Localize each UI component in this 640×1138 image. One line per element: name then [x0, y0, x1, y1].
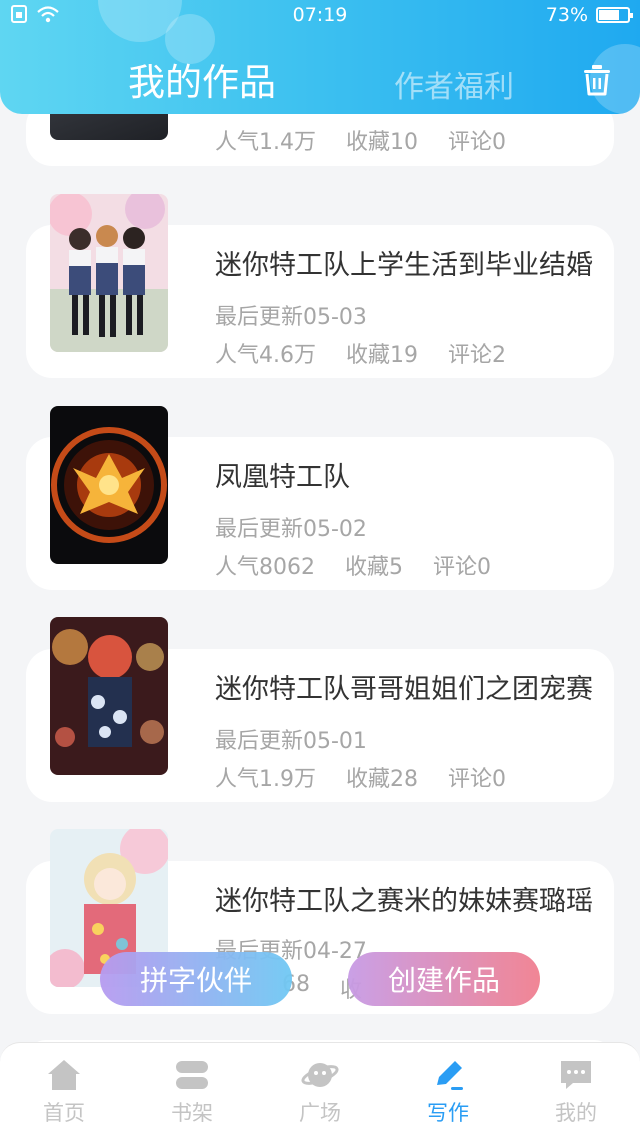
trash-icon[interactable]	[582, 64, 612, 96]
favorites-count: 收藏5	[345, 555, 403, 580]
popularity-count: 人气1.9万	[215, 767, 316, 792]
nav-label: 书架	[171, 1101, 213, 1125]
book-cover-2[interactable]	[50, 406, 168, 564]
pen-icon	[437, 1061, 463, 1090]
nav-label: 广场	[299, 1101, 341, 1125]
writing-partner-button[interactable]: 拼字伙伴	[100, 952, 292, 1006]
nav-item-square[interactable]: 广场	[256, 1043, 384, 1138]
nav-label: 首页	[43, 1101, 85, 1125]
work-stats-0: 人气1.4万 收藏10 评论0	[215, 124, 506, 156]
popularity-count: 人气4.6万	[215, 343, 316, 368]
app-header: 07:19 73% 我的作品 作者福利	[0, 0, 640, 114]
battery-percent: 73%	[545, 4, 588, 26]
nav-item-home[interactable]: 首页	[0, 1043, 128, 1138]
work-title-2: 凤凰特工队	[215, 462, 350, 493]
work-title-1: 迷你特工队上学生活到毕业结婚	[215, 250, 593, 281]
work-updated-2: 最后更新05-02	[215, 517, 367, 542]
home-icon	[48, 1060, 80, 1090]
page-title[interactable]: 我的作品	[128, 52, 276, 106]
tab-author-benefits[interactable]: 作者福利	[394, 62, 514, 106]
work-updated-3: 最后更新05-01	[215, 729, 367, 754]
favorites-count: 收藏19	[346, 343, 418, 368]
work-stats-2: 人气8062 收藏5 评论0	[215, 549, 491, 581]
work-title-4: 迷你特工队之赛米的妹妹赛璐瑶	[215, 886, 593, 917]
nav-label: 写作	[427, 1101, 469, 1125]
bottom-nav: 首页 书架 广场 写作 我的	[0, 1042, 640, 1138]
favorites-count: 收藏10	[346, 130, 418, 155]
bookshelf-icon	[176, 1061, 208, 1089]
favorites-count: 收藏28	[346, 767, 418, 792]
comments-count: 评论0	[448, 130, 506, 155]
book-cover-3[interactable]	[50, 617, 168, 775]
nav-item-bookshelf[interactable]: 书架	[128, 1043, 256, 1138]
chat-bubble-icon	[561, 1061, 591, 1089]
status-time: 07:19	[292, 4, 348, 26]
work-stats-1: 人气4.6万 收藏19 评论2	[215, 337, 506, 369]
book-cover-1[interactable]	[50, 194, 168, 352]
planet-icon	[301, 1063, 339, 1087]
comments-count: 评论0	[433, 555, 491, 580]
nav-item-mine[interactable]: 我的	[512, 1043, 640, 1138]
create-work-button[interactable]: 创建作品	[348, 952, 540, 1006]
status-bar: 07:19 73%	[0, 0, 640, 32]
comments-count: 评论0	[448, 767, 506, 792]
work-title-3: 迷你特工队哥哥姐姐们之团宠赛	[215, 674, 593, 705]
popularity-count: 人气1.4万	[215, 130, 316, 155]
battery-icon	[596, 7, 633, 23]
work-updated-1: 最后更新05-03	[215, 305, 367, 330]
popularity-count: 人气8062	[215, 555, 315, 580]
nav-item-writing[interactable]: 写作	[384, 1043, 512, 1138]
work-stats-3: 人气1.9万 收藏28 评论0	[215, 761, 506, 793]
comments-count: 评论2	[448, 343, 506, 368]
nav-label: 我的	[555, 1101, 597, 1125]
